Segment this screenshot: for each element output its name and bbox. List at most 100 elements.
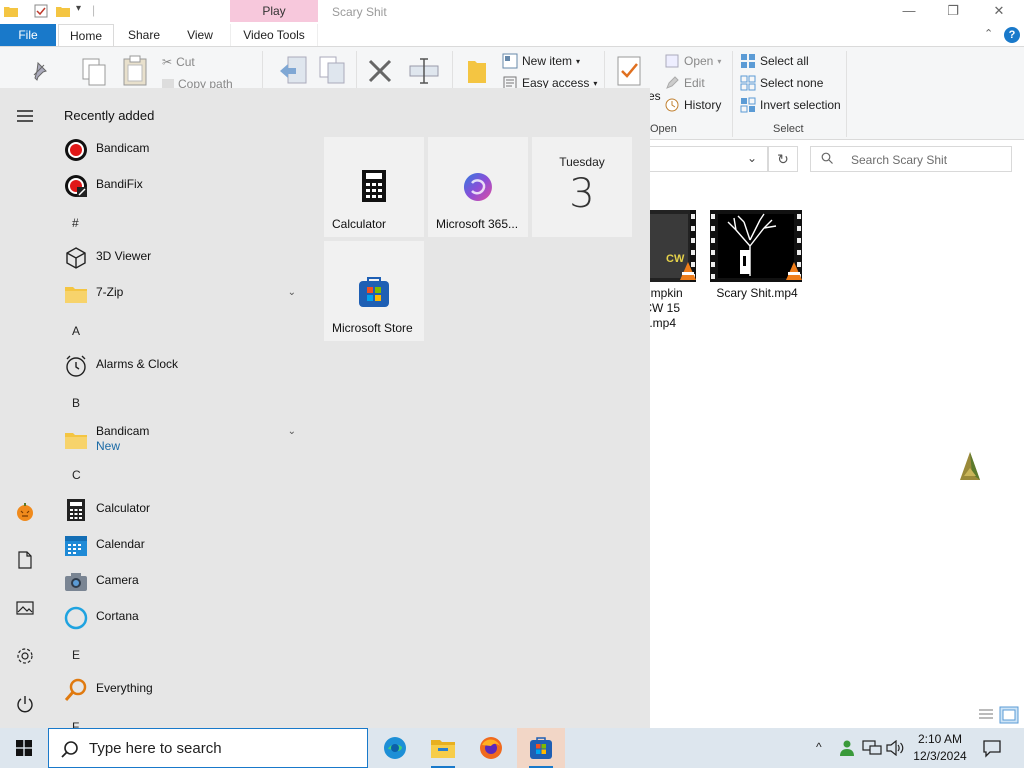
app-item-bandifix[interactable]: BandiFix — [50, 167, 306, 203]
calculator-icon — [67, 499, 85, 521]
search-icon — [821, 152, 833, 164]
clock-time: 2:10 AM — [917, 732, 963, 746]
chevron-down-icon[interactable]: ⌄ — [288, 426, 296, 437]
system-clock[interactable]: 2:10 AM 12/3/2024 — [906, 731, 974, 765]
start-menu: Recently added Bandicam BandiFix # 3D Vi… — [0, 88, 650, 728]
dropdown-arrow-icon: ▾ — [717, 56, 722, 66]
refresh-button[interactable]: ↻ — [768, 146, 798, 172]
folder-icon[interactable] — [4, 4, 18, 18]
user-avatar-icon[interactable] — [15, 502, 35, 522]
copy-to-icon[interactable] — [318, 55, 348, 87]
section-letter[interactable]: # — [72, 216, 79, 230]
title-divider: | — [92, 3, 96, 17]
help-icon[interactable]: ? — [1004, 27, 1020, 43]
app-name: Alarms & Clock — [96, 357, 179, 371]
tab-video-tools[interactable]: Video Tools — [230, 24, 318, 46]
section-letter[interactable]: B — [72, 396, 80, 410]
search-placeholder: Search Scary Shit — [851, 153, 948, 167]
store-icon — [359, 277, 389, 307]
start-menu-rail — [0, 88, 50, 728]
copy-icon[interactable] — [80, 57, 108, 87]
people-icon[interactable] — [838, 739, 856, 757]
invert-selection-button[interactable]: Invert selection — [740, 97, 841, 113]
rename-icon[interactable] — [408, 57, 440, 85]
file-name: Scary Shit.mp4 — [716, 286, 798, 300]
tile-calendar[interactable]: Tuesday 3 — [532, 137, 632, 237]
app-item-everything[interactable]: Everything — [50, 671, 306, 707]
action-center-icon[interactable] — [982, 738, 1002, 758]
tile-calculator[interactable]: Calculator — [324, 137, 424, 237]
show-hidden-icons-chevron-icon[interactable]: ^ — [816, 740, 822, 754]
move-to-icon[interactable] — [278, 55, 308, 87]
taskbar-search-input[interactable]: Type here to search — [48, 728, 368, 768]
volume-icon[interactable] — [886, 740, 904, 756]
hamburger-menu-icon[interactable] — [15, 106, 35, 126]
search-key-icon — [64, 678, 87, 701]
open-button[interactable]: Open ▾ — [664, 53, 721, 69]
new-folder-icon[interactable] — [466, 55, 488, 85]
start-button[interactable] — [0, 728, 48, 768]
quick-access-dropdown-icon[interactable]: ▾ — [76, 3, 90, 17]
app-item-bandicam-folder[interactable]: Bandicam New ⌄ — [50, 419, 306, 459]
properties-icon[interactable] — [616, 55, 644, 87]
taskbar-app-store[interactable] — [517, 728, 565, 768]
address-bar[interactable]: ⌄ — [648, 146, 768, 172]
taskbar-app-firefox[interactable] — [467, 728, 515, 768]
microsoft-365-icon — [463, 173, 492, 201]
ribbon-collapse-icon[interactable]: ⌃ — [984, 27, 993, 40]
select-all-label: Select all — [760, 54, 809, 68]
network-icon[interactable] — [862, 740, 882, 756]
app-name: Bandicam — [96, 424, 150, 438]
section-letter[interactable]: E — [72, 648, 80, 662]
properties-check-icon[interactable] — [34, 4, 48, 18]
chevron-down-icon[interactable]: ⌄ — [288, 287, 296, 298]
taskbar-app-file-explorer[interactable] — [419, 728, 467, 768]
tab-view[interactable]: View — [176, 24, 224, 46]
app-item-cortana[interactable]: Cortana — [50, 599, 306, 635]
history-button[interactable]: History — [664, 97, 721, 113]
ribbon-separator — [732, 51, 733, 137]
section-letter[interactable]: C — [72, 468, 81, 482]
pin-icon[interactable] — [28, 59, 50, 81]
open-label: Open — [684, 54, 714, 68]
power-icon[interactable] — [15, 694, 35, 714]
app-item-7zip[interactable]: 7-Zip ⌄ — [50, 275, 306, 311]
app-item-alarms-clock[interactable]: Alarms & Clock — [50, 347, 306, 383]
section-letter[interactable]: A — [72, 324, 80, 338]
section-letter[interactable]: F — [72, 720, 79, 728]
tab-home[interactable]: Home — [58, 24, 114, 46]
app-item-3d-viewer[interactable]: 3D Viewer — [50, 239, 306, 275]
settings-gear-icon[interactable] — [15, 646, 35, 666]
select-group-label: Select — [773, 123, 804, 135]
paste-icon[interactable] — [122, 55, 148, 87]
documents-icon[interactable] — [15, 550, 35, 570]
search-input[interactable]: Search Scary Shit — [810, 146, 1012, 172]
tile-microsoft-365[interactable]: Microsoft 365... — [428, 137, 528, 237]
maximize-button[interactable]: ❐ — [930, 0, 976, 24]
camera-icon — [65, 573, 87, 591]
app-item-calculator[interactable]: Calculator — [50, 491, 306, 527]
new-item-button[interactable]: New item ▾ — [502, 53, 580, 69]
bandifix-icon — [65, 175, 87, 197]
cut-button[interactable]: ✂ Cut — [162, 55, 195, 69]
select-all-button[interactable]: Select all — [740, 53, 809, 69]
taskbar-app-edge[interactable] — [371, 728, 419, 768]
tab-share[interactable]: Share — [118, 24, 170, 46]
tile-microsoft-store[interactable]: Microsoft Store — [324, 241, 424, 341]
delete-icon[interactable] — [366, 57, 394, 85]
pictures-icon[interactable] — [15, 598, 35, 618]
app-item-camera[interactable]: Camera — [50, 563, 306, 599]
app-item-calendar[interactable]: Calendar — [50, 527, 306, 563]
new-folder-icon[interactable] — [56, 4, 70, 18]
edit-button[interactable]: Edit — [664, 75, 705, 91]
large-icons-view-icon[interactable] — [999, 706, 1019, 724]
chevron-down-icon[interactable]: ⌄ — [747, 151, 757, 165]
invert-selection-icon — [740, 97, 756, 113]
tab-file[interactable]: File — [0, 24, 56, 46]
app-item-bandicam[interactable]: Bandicam — [50, 131, 306, 167]
close-button[interactable]: ✕ — [976, 0, 1022, 24]
calendar-day: Tuesday — [559, 155, 605, 169]
minimize-button[interactable]: — — [886, 0, 932, 24]
select-none-button[interactable]: Select none — [740, 75, 823, 91]
details-view-icon[interactable] — [977, 707, 995, 723]
